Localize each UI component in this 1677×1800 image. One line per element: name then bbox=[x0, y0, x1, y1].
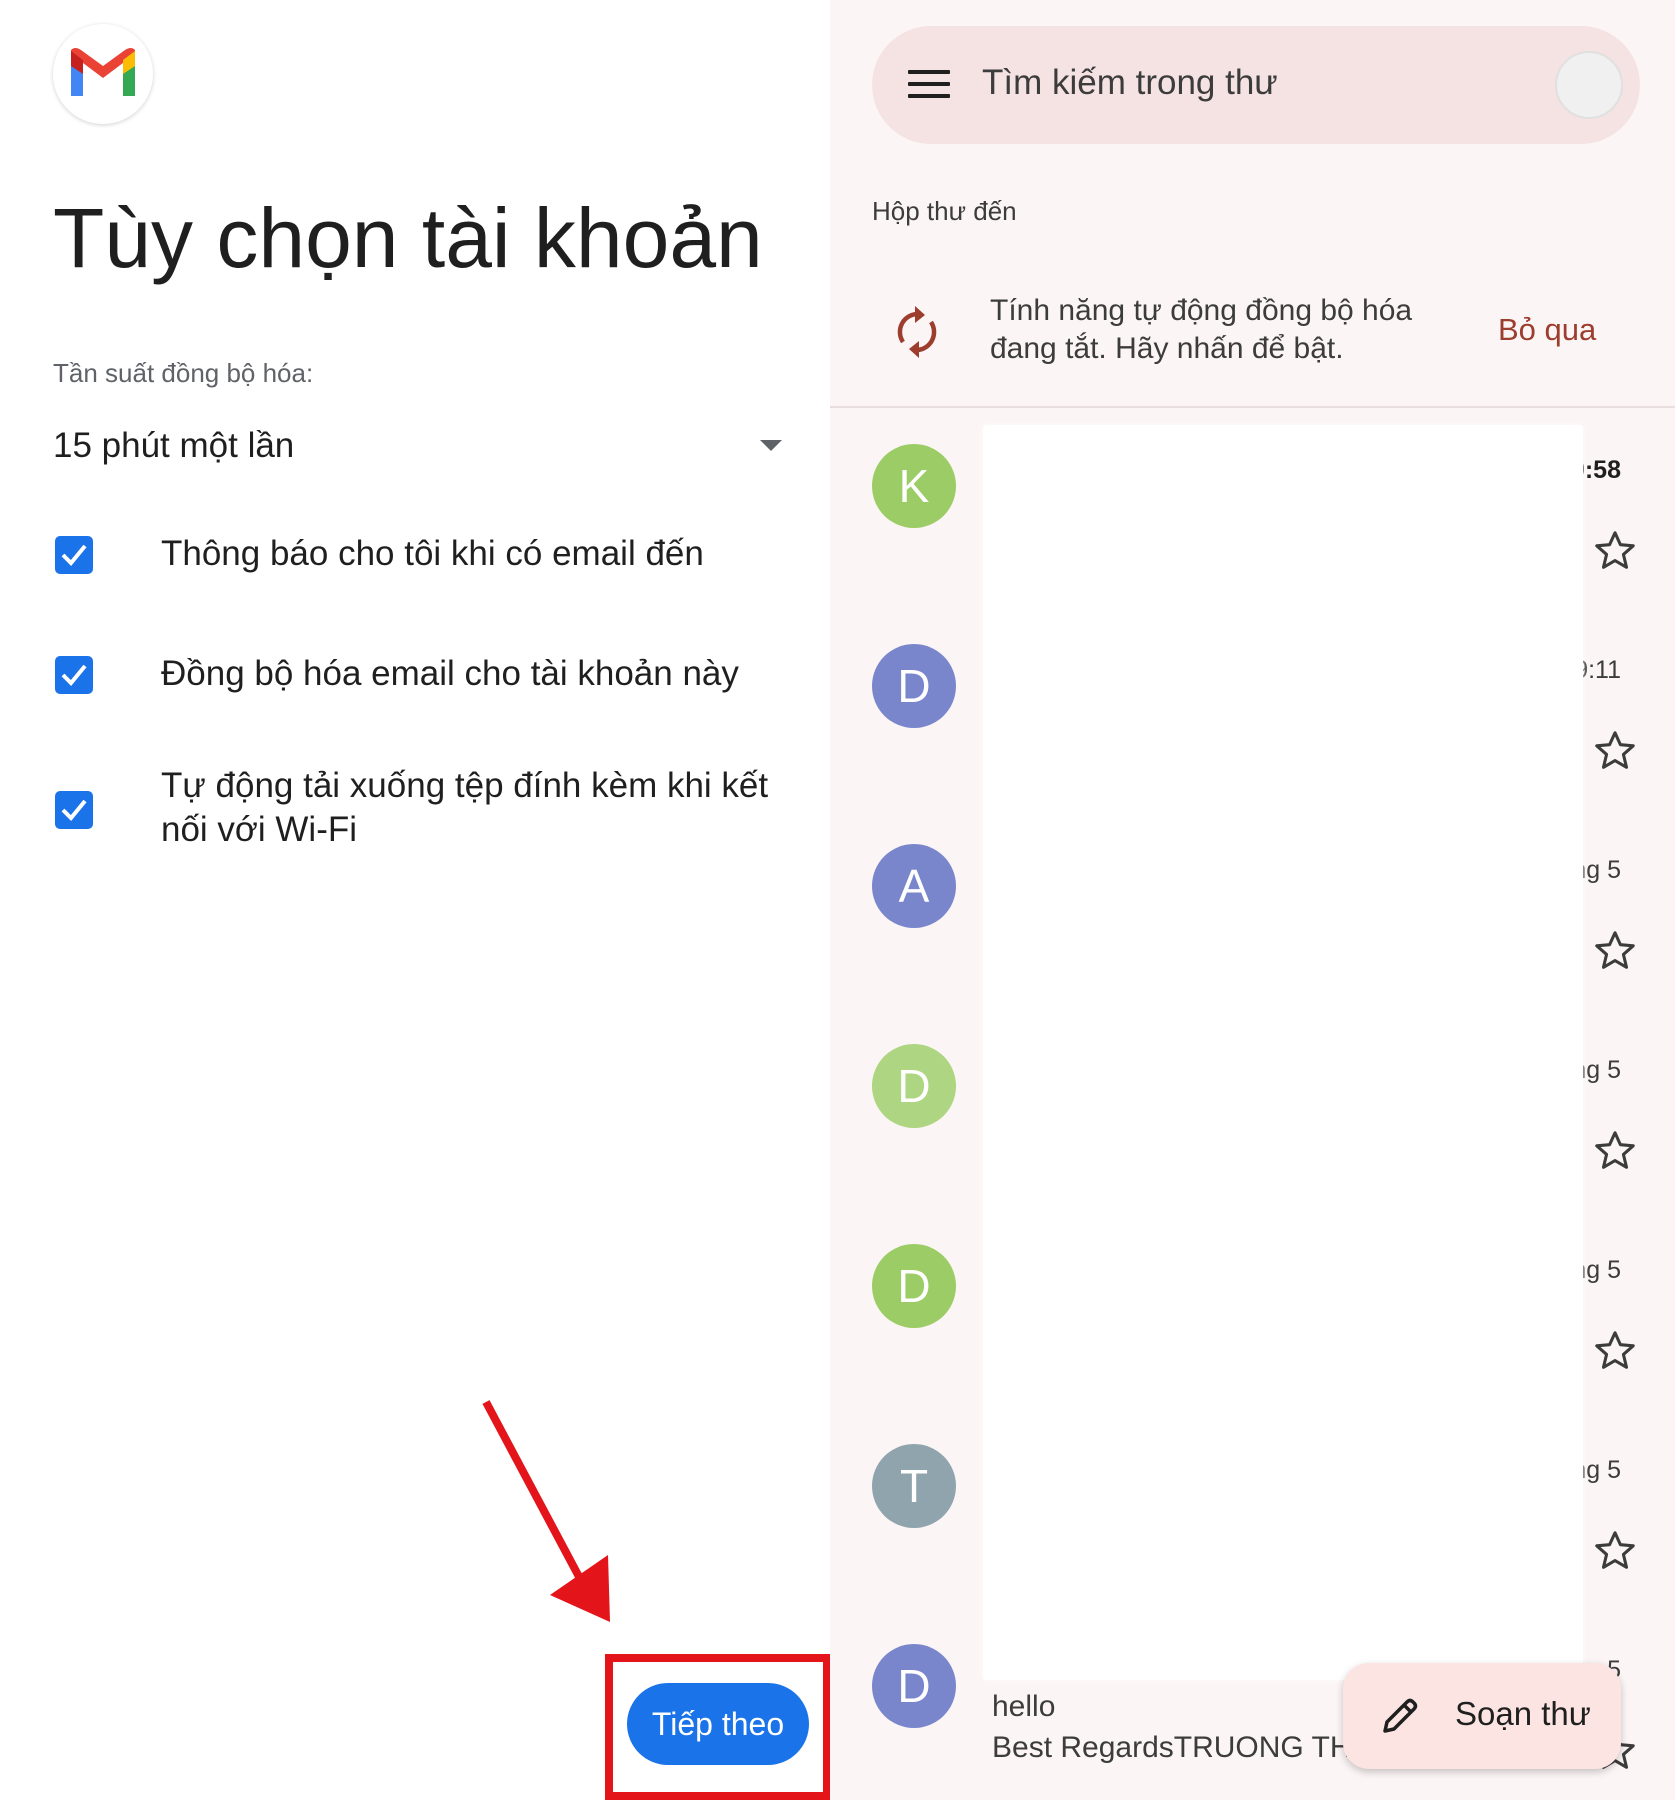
sender-avatar: K bbox=[872, 444, 956, 528]
sender-avatar: D bbox=[872, 644, 956, 728]
sender-avatar: D bbox=[872, 1044, 956, 1128]
folder-label: Hộp thư đến bbox=[872, 196, 1017, 226]
sender-avatar: D bbox=[872, 1244, 956, 1328]
sender-avatar: T bbox=[872, 1444, 956, 1528]
compose-button[interactable]: Soạn thư bbox=[1343, 1663, 1621, 1769]
star-icon[interactable] bbox=[1592, 1328, 1638, 1374]
annotation-arrow-icon bbox=[482, 1400, 610, 1622]
star-icon[interactable] bbox=[1592, 1528, 1638, 1574]
compose-label: Soạn thư bbox=[1455, 1695, 1591, 1732]
star-icon[interactable] bbox=[1592, 528, 1638, 574]
sync-icon bbox=[897, 306, 937, 358]
star-icon[interactable] bbox=[1592, 728, 1638, 774]
email-snippet: Best RegardsTRUONG THA bbox=[992, 1731, 1372, 1764]
star-icon[interactable] bbox=[1592, 1128, 1638, 1174]
star-icon[interactable] bbox=[1592, 928, 1638, 974]
sender-avatar: D bbox=[872, 1644, 956, 1728]
annotation-highlight-box bbox=[605, 1654, 831, 1800]
email-subject: hello bbox=[992, 1690, 1056, 1723]
sync-skip-button[interactable]: Bỏ qua bbox=[1498, 312, 1596, 348]
redacted-area bbox=[983, 425, 1583, 1680]
search-bar[interactable]: Tìm kiếm trong thư bbox=[872, 26, 1640, 144]
sync-banner[interactable]: Tính năng tự động đồng bộ hóa đang tắt. … bbox=[830, 270, 1677, 408]
pencil-icon bbox=[1383, 1698, 1418, 1733]
account-avatar[interactable] bbox=[1555, 51, 1623, 119]
sender-avatar: A bbox=[872, 844, 956, 928]
search-placeholder: Tìm kiếm trong thư bbox=[982, 63, 1278, 102]
sync-banner-text: Tính năng tự động đồng bộ hóa đang tắt. … bbox=[990, 294, 1413, 365]
account-options-panel: Tùy chọn tài khoản Tần suất đồng bộ hóa:… bbox=[0, 0, 831, 1800]
menu-icon[interactable] bbox=[908, 70, 950, 100]
